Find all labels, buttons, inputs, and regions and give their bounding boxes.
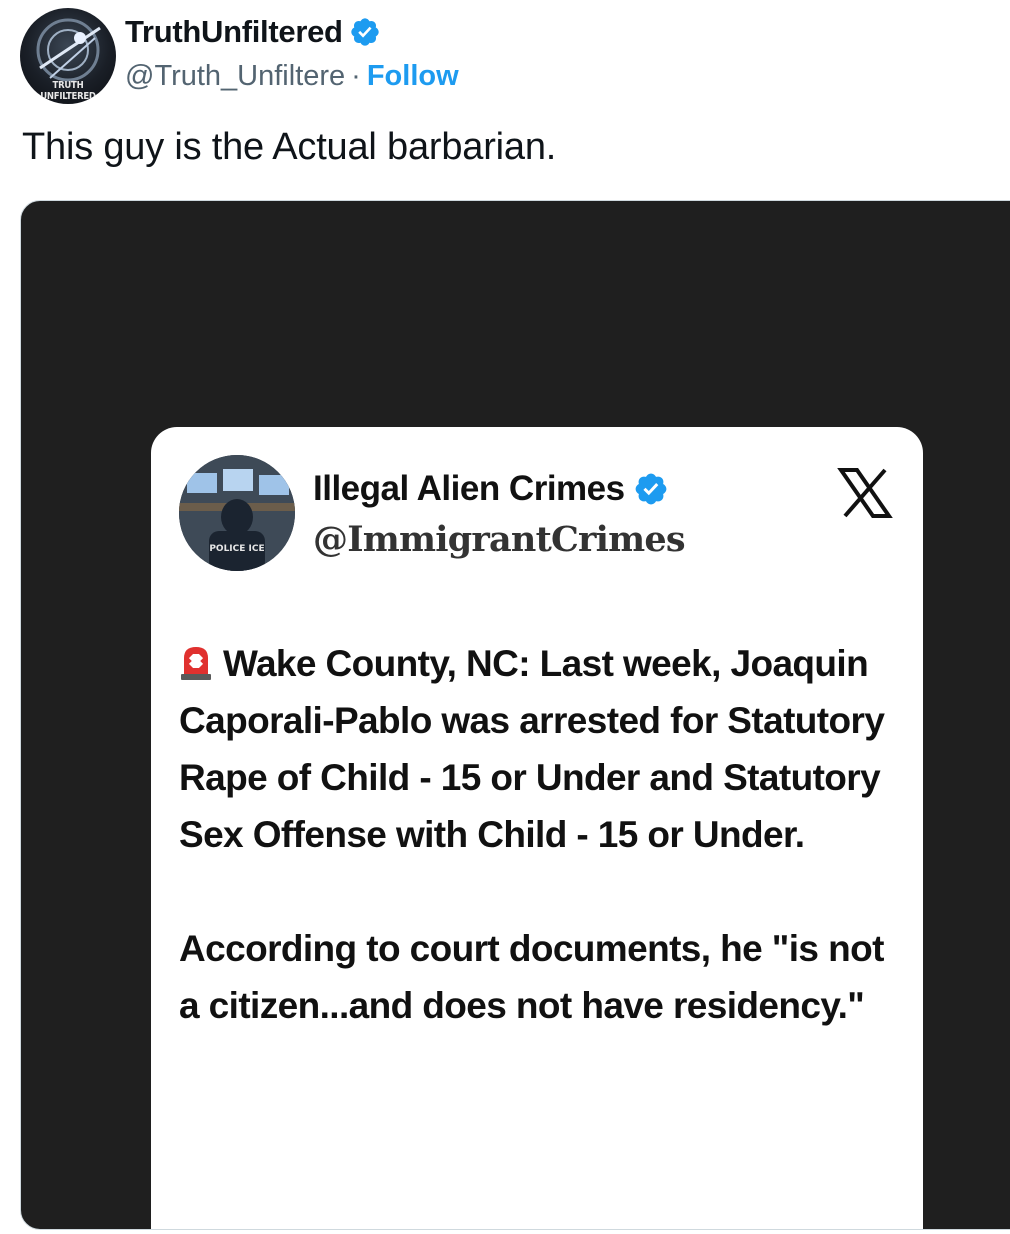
verified-badge-icon (349, 16, 381, 48)
embedded-post-body: Wake County, NC: Last week, Joaquin Capo… (179, 635, 899, 1034)
embedded-avatar-label: POLICE ICE (209, 544, 264, 554)
embedded-handle: @ImmigrantCrimes (313, 519, 686, 560)
separator: · (351, 60, 361, 92)
embedded-paragraph-1-text: Wake County, NC: Last week, Joaquin Capo… (179, 643, 885, 855)
embedded-author-avatar: POLICE ICE (179, 455, 295, 571)
embedded-name-row: Illegal Alien Crimes (313, 469, 669, 509)
embedded-post-card: POLICE ICE Illegal Alien Crimes @Immigra… (151, 427, 923, 1229)
embedded-display-name: Illegal Alien Crimes (313, 469, 625, 508)
avatar-label: TRUTH UNFILTERED (40, 80, 96, 102)
post-text: This guy is the Actual barbarian. (22, 126, 557, 168)
author-display-name[interactable]: TruthUnfiltered (125, 14, 343, 50)
embedded-verified-badge-icon (633, 471, 669, 507)
post-media[interactable]: POLICE ICE Illegal Alien Crimes @Immigra… (20, 200, 1010, 1230)
x-logo-icon (837, 467, 893, 519)
author-name-row: TruthUnfiltered (125, 14, 381, 50)
follow-button[interactable]: Follow (367, 60, 459, 93)
tweet-page: TRUTH UNFILTERED TruthUnfiltered @Truth_… (0, 0, 1010, 1234)
embedded-avatar-graphic: POLICE ICE (179, 455, 295, 571)
siren-emoji-icon (179, 639, 213, 680)
embedded-paragraph-2: According to court documents, he "is not… (179, 928, 884, 1026)
author-handle[interactable]: @Truth_Unfiltere (125, 60, 345, 93)
author-handle-row: @Truth_Unfiltere · Follow (125, 60, 459, 93)
embedded-paragraph-1: Wake County, NC: Last week, Joaquin Capo… (179, 635, 899, 863)
author-avatar[interactable]: TRUTH UNFILTERED (20, 8, 116, 104)
